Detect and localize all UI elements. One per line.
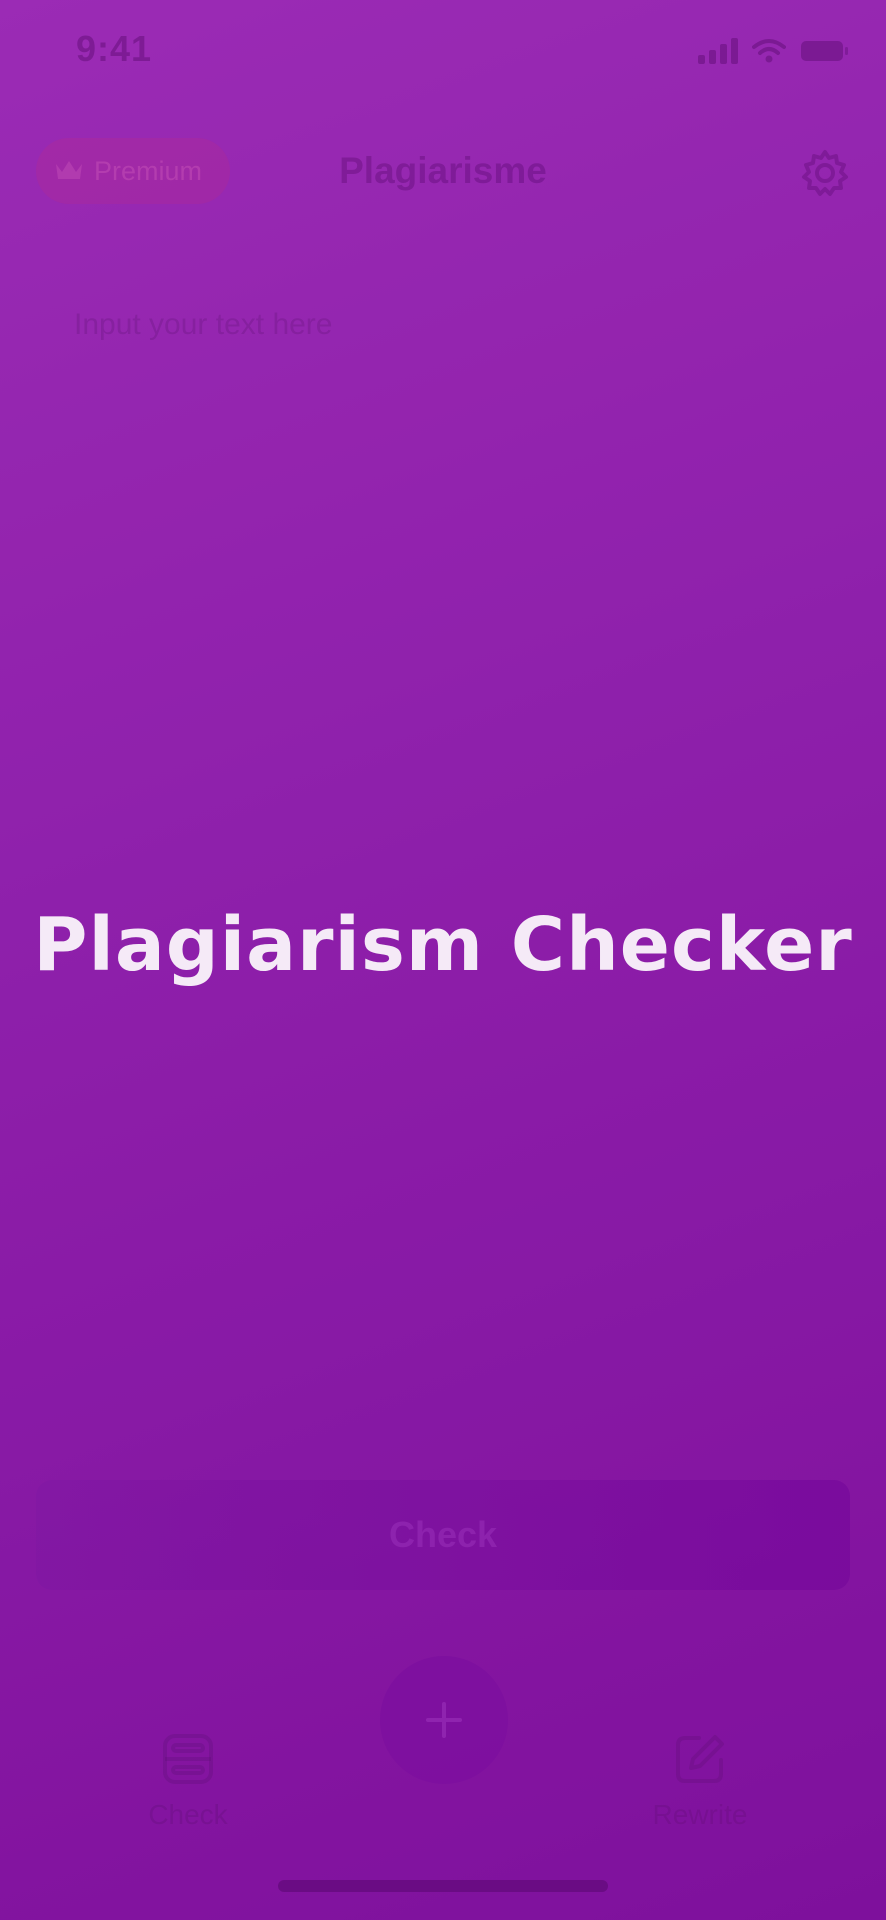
splash-title: Plagiarism Checker [33,902,853,988]
splash-overlay: Plagiarism Checker [0,0,886,1920]
app-screen: 9:41 Premium Plagiarisme Input your text… [0,0,886,1920]
